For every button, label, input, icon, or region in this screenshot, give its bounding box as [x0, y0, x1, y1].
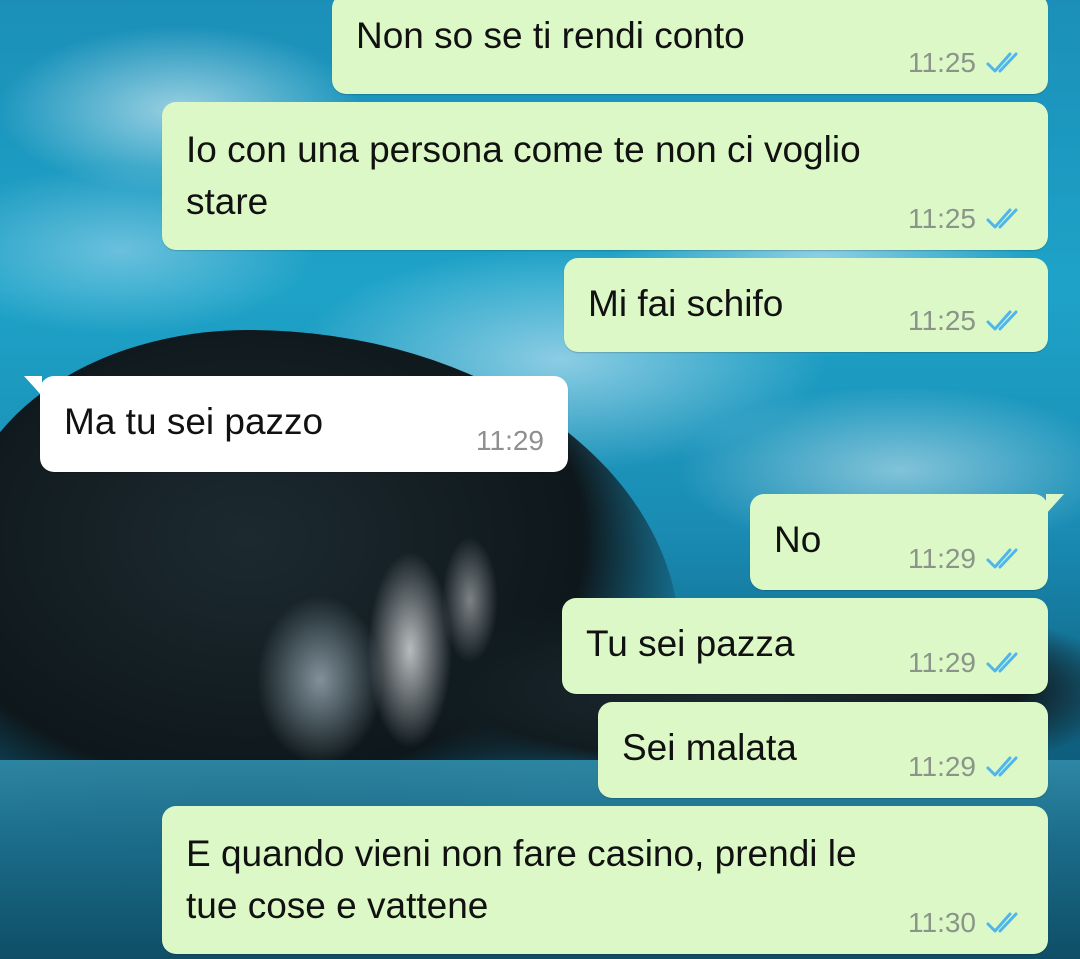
message-bubble-outgoing[interactable]: Mi fai schifo 11:25: [564, 258, 1048, 352]
bubble-tail: [24, 376, 42, 396]
message-meta: 11:29: [908, 752, 1024, 782]
message-text: Ma tu sei pazzo: [64, 401, 324, 442]
message-text: Non so se ti rendi conto: [356, 15, 745, 56]
read-double-check-icon: [986, 912, 1018, 933]
message-time: 11:29: [908, 751, 976, 782]
bubble-tail: [1046, 494, 1064, 514]
message-text: Tu sei pazza: [586, 623, 795, 664]
message-bubble-outgoing[interactable]: Sei malata 11:29: [598, 702, 1048, 798]
message-bubble-incoming[interactable]: Ma tu sei pazzo 11:29: [24, 376, 568, 472]
message-meta: 11:29: [908, 648, 1024, 678]
message-bubble-outgoing[interactable]: No 11:29: [750, 494, 1064, 590]
read-double-check-icon: [986, 52, 1018, 73]
message-time: 11:29: [908, 647, 976, 678]
read-double-check-icon: [986, 310, 1018, 331]
read-double-check-icon: [986, 652, 1018, 673]
message-meta: 11:29: [476, 426, 544, 456]
message-time: 11:29: [476, 425, 544, 456]
read-double-check-icon: [986, 756, 1018, 777]
message-text: No: [774, 519, 822, 560]
read-double-check-icon: [986, 208, 1018, 229]
message-time: 11:25: [908, 203, 976, 234]
read-double-check-icon: [986, 548, 1018, 569]
message-meta: 11:25: [908, 48, 1024, 78]
message-meta: 11:25: [908, 306, 1024, 336]
message-bubble-outgoing[interactable]: Io con una persona come te non ci voglio…: [162, 102, 1048, 250]
message-time: 11:25: [908, 47, 976, 78]
message-time: 11:29: [908, 543, 976, 574]
message-text: Mi fai schifo: [588, 283, 784, 324]
message-text: Sei malata: [622, 727, 797, 768]
message-bubble-outgoing[interactable]: E quando vieni non fare casino, prendi l…: [162, 806, 1048, 954]
message-text: E quando vieni non fare casino, prendi l…: [186, 833, 857, 926]
message-time: 11:25: [908, 305, 976, 336]
message-meta: 11:25: [908, 204, 1024, 234]
message-text: Io con una persona come te non ci voglio…: [186, 129, 861, 222]
message-bubble-outgoing[interactable]: Tu sei pazza 11:29: [562, 598, 1048, 694]
message-meta: 11:29: [908, 544, 1024, 574]
message-bubble-outgoing[interactable]: Non so se ti rendi conto 11:25: [332, 0, 1048, 94]
message-time: 11:30: [908, 907, 976, 938]
message-meta: 11:30: [908, 908, 1024, 938]
